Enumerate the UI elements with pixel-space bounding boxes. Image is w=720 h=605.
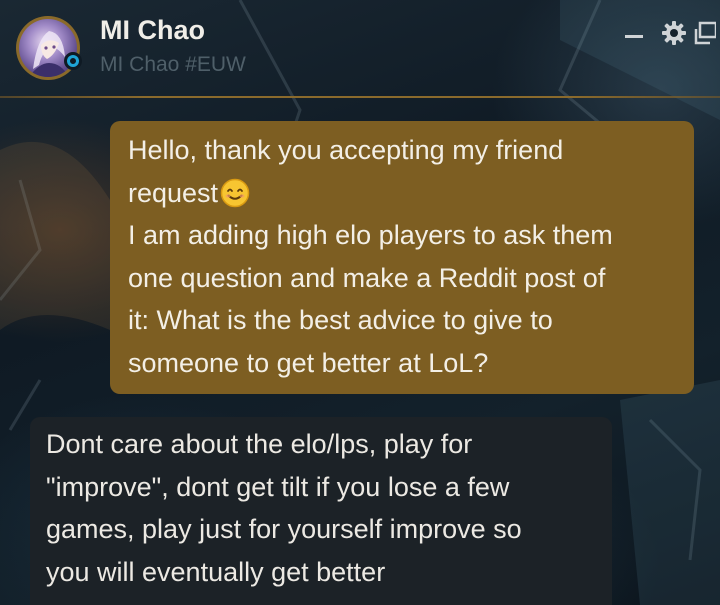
avatar[interactable]: [16, 16, 80, 80]
friend-riot-id: MI Chao #EUW: [100, 53, 246, 76]
minimize-button[interactable]: [614, 18, 654, 48]
popout-icon: [694, 21, 716, 45]
message-line: it: What is the best advice to give to: [128, 305, 553, 335]
header-divider: [0, 96, 720, 98]
smiling-face-emoji-icon: [220, 178, 250, 207]
message-line-with-emoji: request: [128, 172, 680, 215]
settings-button[interactable]: [654, 18, 694, 48]
online-status-icon: [67, 55, 79, 67]
message-line: you will eventually get better: [46, 556, 386, 587]
message-line: I am adding high elo players to ask them: [128, 220, 613, 250]
minimize-icon: [625, 35, 643, 38]
message-line: "improve", dont get tilt if you lose a f…: [46, 471, 510, 502]
gear-icon: [662, 21, 686, 45]
outgoing-message[interactable]: Hello, thank you accepting my friend req…: [110, 121, 694, 394]
message-line: one question and make a Reddit post of: [128, 262, 606, 293]
friend-name: MI Chao: [100, 15, 205, 45]
message-line: Hello, thank you accepting my friend: [128, 135, 564, 165]
message-line: request: [128, 177, 219, 208]
chat-window: MI Chao MI Chao #EUW Hello, thank you ac…: [0, 0, 720, 605]
chat-header: MI Chao MI Chao #EUW: [0, 0, 720, 97]
message-line: games, play just for yourself improve so: [46, 514, 522, 544]
popout-button[interactable]: [694, 18, 720, 48]
message-line: someone to get better at LoL?: [128, 347, 489, 378]
status-indicator: [64, 52, 82, 70]
message-line: Dont care about the elo/lps, play for: [46, 429, 473, 459]
window-controls: [614, 18, 720, 48]
incoming-message[interactable]: Dont care about the elo/lps, play for "i…: [30, 417, 612, 605]
